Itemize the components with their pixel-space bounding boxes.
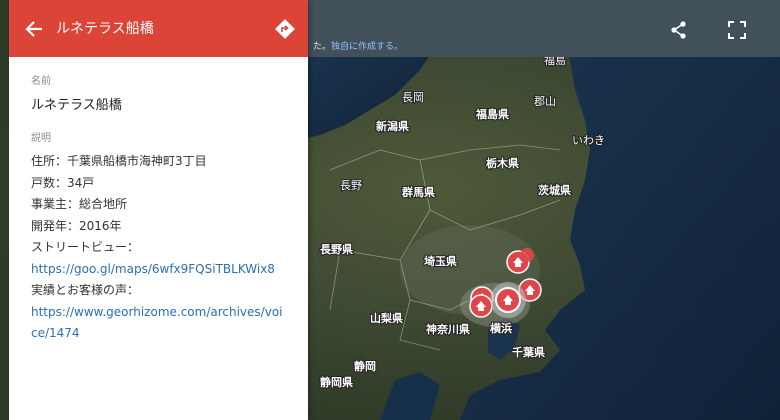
label-koriyama: 郡山 [534, 95, 556, 108]
developer-line: 事業主：総合地所 [31, 197, 128, 211]
voice-link-line1[interactable]: https://www.georhizome.com/archives/voi [31, 305, 283, 319]
map-top-bar: た。独自に作成する。 [308, 0, 780, 57]
year-line: 開発年：2016年 [31, 218, 122, 233]
label-fukushima-pref: 福島県 [475, 107, 509, 121]
label-iwaki: いわき [572, 134, 605, 147]
label-niigata-pref: 新潟県 [376, 119, 409, 133]
label-nagano-pref: 長野県 [320, 243, 353, 256]
voice-link-line2[interactable]: ce/1474 [31, 326, 80, 340]
label-gunma-pref: 群馬県 [401, 185, 435, 199]
address-line: 住所：千葉県船橋市海神町3丁目 [31, 154, 207, 168]
panel-header: ルネテラス船橋 [9, 0, 308, 57]
name-value: ルネテラス船橋 [31, 98, 122, 113]
marker-selected [490, 282, 526, 318]
description-heading: 説明 [31, 133, 51, 144]
create-own-map-link[interactable]: 独自に作成する。 [331, 42, 403, 52]
label-kanagawa-pref: 神奈川県 [426, 322, 470, 336]
fullscreen-icon[interactable] [726, 19, 748, 41]
label-nagaoka: 長岡 [402, 91, 424, 104]
label-nagano-city: 長野 [340, 179, 362, 192]
marker-5 [469, 294, 493, 318]
share-icon[interactable] [668, 19, 690, 41]
map-hint-text: た。独自に作成する。 [313, 42, 404, 52]
label-shizuoka-city: 静岡 [354, 359, 376, 373]
label-yamanashi-pref: 山梨県 [370, 311, 403, 325]
marker-2 [520, 248, 534, 262]
label-shizuoka-pref: 静岡県 [320, 375, 353, 389]
label-saitama-pref: 埼玉県 [424, 254, 457, 268]
place-details-panel: ルネテラス船橋 名前 ルネテラス船橋 説明 住所：千葉県船橋市海神町3丁目 戸数… [9, 0, 308, 420]
label-yokohama: 横浜 [490, 321, 512, 335]
description-body: 住所：千葉県船橋市海神町3丁目 戸数：34戸 事業主：総合地所 開発年：2016… [31, 151, 301, 345]
streetview-label: ストリートビュー： [31, 240, 140, 254]
label-chiba-pref: 千葉県 [512, 345, 545, 359]
directions-icon[interactable] [275, 19, 295, 39]
streetview-link[interactable]: https://goo.gl/maps/6wfx9FQSiTBLKWix8 [31, 262, 275, 276]
voice-label: 実績とお客様の声： [31, 283, 140, 297]
label-tochigi-pref: 栃木県 [486, 156, 519, 170]
label-ibaraki-pref: 茨城県 [538, 183, 571, 197]
back-arrow-icon[interactable] [23, 18, 45, 40]
units-line: 戸数：34戸 [31, 175, 95, 190]
panel-title: ルネテラス船橋 [56, 21, 154, 37]
name-heading: 名前 [31, 76, 51, 87]
